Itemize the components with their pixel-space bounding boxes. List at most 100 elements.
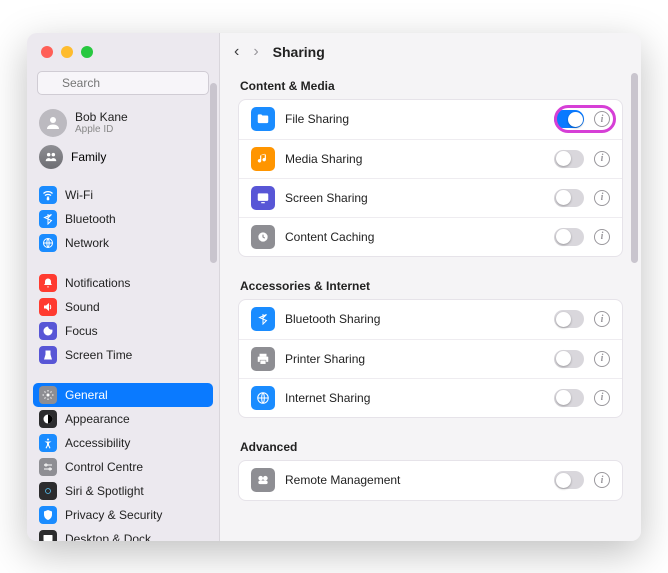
- family-icon: [39, 145, 63, 169]
- settings-card: Remote Management i: [238, 460, 623, 501]
- setting-row-screen-sharing: Screen Sharing i: [239, 178, 622, 217]
- main-header: ‹ › Sharing: [220, 33, 641, 71]
- info-button[interactable]: i: [594, 111, 610, 127]
- sidebar-item-privacy-security[interactable]: Privacy & Security: [33, 503, 213, 527]
- apple-id-row[interactable]: Bob Kane Apple ID: [33, 103, 213, 141]
- toggle-remote-management[interactable]: [554, 471, 584, 489]
- toggle-bluetooth-sharing[interactable]: [554, 310, 584, 328]
- sidebar-item-network[interactable]: Network: [33, 231, 213, 255]
- main-scrollbar[interactable]: [631, 73, 638, 263]
- sidebar-item-label: General: [65, 388, 108, 402]
- info-button[interactable]: i: [594, 390, 610, 406]
- sidebar-scrollbar[interactable]: [210, 83, 217, 263]
- settings-card: Bluetooth SharingiPrinter SharingiIntern…: [238, 299, 623, 418]
- sidebar-item-label: Accessibility: [65, 436, 130, 450]
- folder-icon: [251, 107, 275, 131]
- family-row[interactable]: Family: [33, 141, 213, 179]
- sidebar-item-appearance[interactable]: Appearance: [33, 407, 213, 431]
- bluetooth-icon: [39, 210, 57, 228]
- forward-button[interactable]: ›: [253, 43, 258, 61]
- setting-row-content-caching: Content Caching i: [239, 217, 622, 256]
- row-label: Bluetooth Sharing: [285, 312, 544, 326]
- row-label: Content Caching: [285, 230, 544, 244]
- setting-row-remote-management: Remote Management i: [239, 461, 622, 500]
- sidebar-item-bluetooth[interactable]: Bluetooth: [33, 207, 213, 231]
- control-icon: [39, 458, 57, 476]
- sidebar-item-label: Desktop & Dock: [65, 532, 151, 541]
- sidebar-item-label: Network: [65, 236, 109, 250]
- screentime-icon: [39, 346, 57, 364]
- sidebar-item-sound[interactable]: Sound: [33, 295, 213, 319]
- toggle-file-sharing[interactable]: [554, 110, 584, 128]
- printer-icon: [251, 347, 275, 371]
- sidebar-item-label: Notifications: [65, 276, 130, 290]
- back-button[interactable]: ‹: [234, 43, 239, 61]
- setting-row-file-sharing: File Sharing i: [239, 100, 622, 139]
- setting-row-printer-sharing: Printer Sharing i: [239, 339, 622, 378]
- toggle-internet-sharing[interactable]: [554, 389, 584, 407]
- info-button[interactable]: i: [594, 351, 610, 367]
- toggle-printer-sharing[interactable]: [554, 350, 584, 368]
- info-button[interactable]: i: [594, 190, 610, 206]
- settings-window: Bob Kane Apple ID Family Wi-Fi Bluetooth N…: [27, 33, 641, 541]
- row-label: File Sharing: [285, 112, 544, 126]
- setting-row-media-sharing: Media Sharing i: [239, 139, 622, 178]
- network-icon: [39, 234, 57, 252]
- toggle-screen-sharing[interactable]: [554, 189, 584, 207]
- row-label: Screen Sharing: [285, 191, 544, 205]
- sidebar-item-general[interactable]: General: [33, 383, 213, 407]
- cache-icon: [251, 225, 275, 249]
- sidebar-item-label: Privacy & Security: [65, 508, 162, 522]
- zoom-button[interactable]: [81, 46, 93, 58]
- section-header: Content & Media: [238, 71, 623, 99]
- setting-row-bluetooth-sharing: Bluetooth Sharing i: [239, 300, 622, 339]
- toggle-media-sharing[interactable]: [554, 150, 584, 168]
- titlebar: [27, 33, 219, 71]
- screen-icon: [251, 186, 275, 210]
- media-icon: [251, 147, 275, 171]
- sidebar-item-focus[interactable]: Focus: [33, 319, 213, 343]
- sidebar-item-notifications[interactable]: Notifications: [33, 271, 213, 295]
- row-label: Printer Sharing: [285, 352, 544, 366]
- accessibility-icon: [39, 434, 57, 452]
- focus-icon: [39, 322, 57, 340]
- general-icon: [39, 386, 57, 404]
- family-label: Family: [71, 150, 106, 164]
- section-header: Accessories & Internet: [238, 271, 623, 299]
- sidebar-item-label: Bluetooth: [65, 212, 116, 226]
- sidebar-item-accessibility[interactable]: Accessibility: [33, 431, 213, 455]
- sidebar: Bob Kane Apple ID Family Wi-Fi Bluetooth N…: [27, 33, 220, 541]
- info-button[interactable]: i: [594, 151, 610, 167]
- sidebar-item-label: Screen Time: [65, 348, 132, 362]
- section-header: Advanced: [238, 432, 623, 460]
- row-label: Media Sharing: [285, 152, 544, 166]
- user-sub: Apple ID: [75, 124, 128, 135]
- close-button[interactable]: [41, 46, 53, 58]
- info-button[interactable]: i: [594, 472, 610, 488]
- search-input[interactable]: [37, 71, 209, 95]
- sidebar-item-desktop-dock[interactable]: Desktop & Dock: [33, 527, 213, 541]
- toggle-content-caching[interactable]: [554, 228, 584, 246]
- sidebar-item-label: Siri & Spotlight: [65, 484, 144, 498]
- page-title: Sharing: [273, 44, 325, 60]
- main-pane: ‹ › Sharing Content & Media File Sharing i…: [220, 33, 641, 541]
- globe-icon: [251, 386, 275, 410]
- sidebar-item-control-centre[interactable]: Control Centre: [33, 455, 213, 479]
- sidebar-item-siri-spotlight[interactable]: Siri & Spotlight: [33, 479, 213, 503]
- sidebar-item-label: Control Centre: [65, 460, 143, 474]
- bell-icon: [39, 274, 57, 292]
- minimize-button[interactable]: [61, 46, 73, 58]
- row-label: Remote Management: [285, 473, 544, 487]
- sidebar-item-label: Wi-Fi: [65, 188, 93, 202]
- sidebar-item-wi-fi[interactable]: Wi-Fi: [33, 183, 213, 207]
- info-button[interactable]: i: [594, 229, 610, 245]
- dock-icon: [39, 530, 57, 541]
- siri-icon: [39, 482, 57, 500]
- bluetooth-icon: [251, 307, 275, 331]
- sidebar-item-label: Focus: [65, 324, 98, 338]
- remote-icon: [251, 468, 275, 492]
- settings-card: File SharingiMedia SharingiScreen Sharin…: [238, 99, 623, 257]
- sound-icon: [39, 298, 57, 316]
- sidebar-item-screen-time[interactable]: Screen Time: [33, 343, 213, 367]
- info-button[interactable]: i: [594, 311, 610, 327]
